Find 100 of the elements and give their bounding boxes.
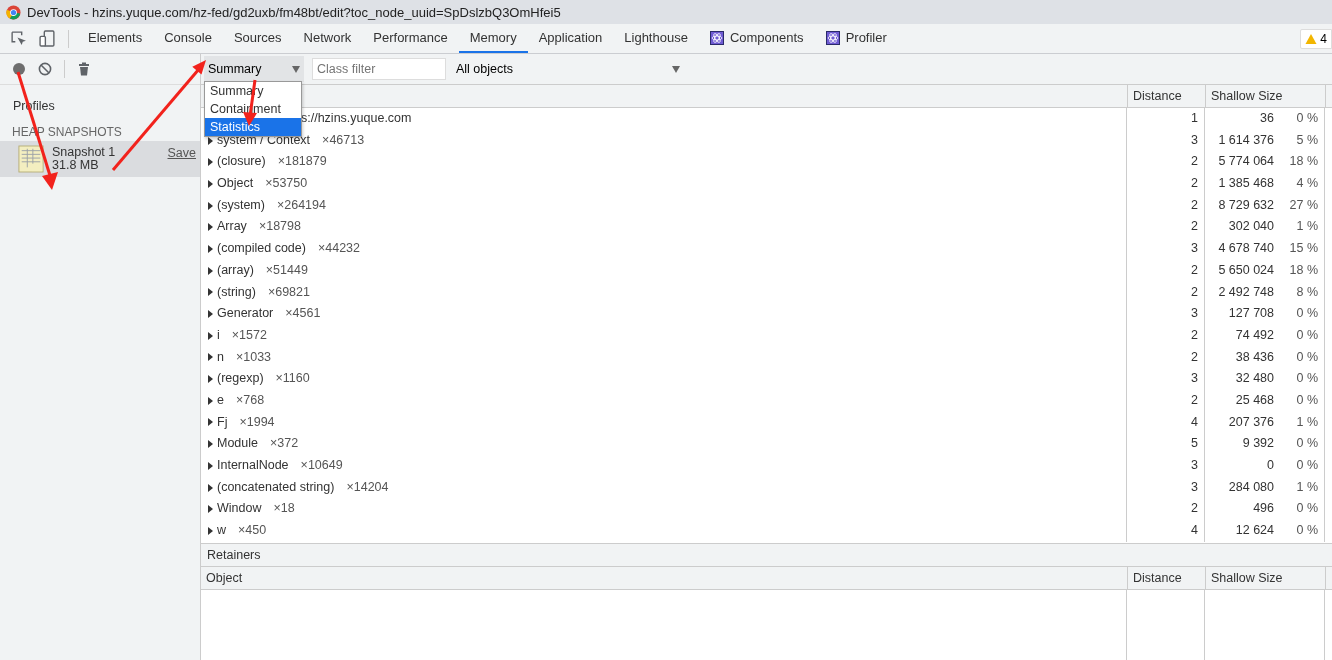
expand-arrow-icon[interactable] xyxy=(208,158,213,167)
retainers-header: Retainers xyxy=(201,544,1332,567)
expand-arrow-icon[interactable] xyxy=(208,418,213,427)
constructor-name: i xyxy=(217,326,220,344)
expand-arrow-icon[interactable] xyxy=(208,396,213,405)
distance-cell: 1 xyxy=(1191,111,1198,125)
expand-arrow-icon[interactable] xyxy=(208,179,213,188)
chrome-icon xyxy=(6,4,21,20)
inspect-element-icon[interactable] xyxy=(10,30,27,47)
instance-count: ×1033 xyxy=(235,348,272,366)
expand-arrow-icon[interactable] xyxy=(208,526,213,535)
column-header[interactable]: Shallow Size xyxy=(1205,567,1325,589)
atom-icon xyxy=(825,30,840,45)
column-header[interactable]: Object xyxy=(201,567,1127,589)
panel-tab[interactable]: Components xyxy=(698,24,815,53)
percent-cell-text: 1 % xyxy=(1295,218,1318,236)
instance-count: ×450 xyxy=(238,522,267,540)
size-cell-text: 12 624 xyxy=(1235,522,1274,540)
distance-cell: 2 xyxy=(1191,284,1198,299)
size-cell-text: 1 385 468 xyxy=(1218,175,1274,193)
constructor-name: (regexp) xyxy=(217,370,264,388)
constructor-name: w xyxy=(217,522,227,540)
percent-cell-text: 1 % xyxy=(1295,478,1318,496)
expand-arrow-icon[interactable] xyxy=(208,483,213,492)
expand-arrow-icon[interactable] xyxy=(208,244,213,253)
percent-cell-text: 5 % xyxy=(1295,131,1318,149)
panel-tab[interactable]: Console xyxy=(153,24,223,53)
percent-cell-text: 8 % xyxy=(1295,283,1318,301)
objects-select[interactable]: All objects xyxy=(454,56,686,82)
distance-cell: 3 xyxy=(1191,132,1198,147)
panel-tab[interactable]: Profiler xyxy=(814,24,898,53)
constructor-name: (array) xyxy=(217,261,254,279)
expand-arrow-icon[interactable] xyxy=(208,288,213,297)
size-cell-text: 5 774 064 xyxy=(1218,153,1274,171)
distance-cell: 3 xyxy=(1191,241,1198,256)
panel-tab[interactable]: Performance xyxy=(362,24,459,53)
size-cell-text: 302 040 xyxy=(1228,218,1274,236)
size-cell-text: 74 492 xyxy=(1235,326,1274,344)
size-cell-text: 127 708 xyxy=(1228,305,1274,323)
snapshot-item[interactable]: Snapshot 1 31.8 MB Save xyxy=(0,141,200,177)
record-icon[interactable] xyxy=(12,62,26,76)
constructor-name: (system) xyxy=(217,196,265,214)
percent-cell-text: 0 % xyxy=(1295,370,1318,388)
instance-count: ×14204 xyxy=(346,478,389,496)
percent-cell-text: 18 % xyxy=(1288,261,1318,279)
expand-arrow-icon[interactable] xyxy=(208,331,213,340)
class-filter-field[interactable]: Class filter xyxy=(312,58,446,80)
expand-arrow-icon[interactable] xyxy=(208,310,213,319)
panel-tab[interactable]: Sources xyxy=(222,24,293,53)
distance-cell: 2 xyxy=(1191,154,1198,169)
constructor-name: (compiled code) xyxy=(217,240,306,258)
distance-cell: 3 xyxy=(1191,306,1198,321)
view-select[interactable]: Summary xyxy=(204,56,304,82)
percent-cell-text: 0 % xyxy=(1295,348,1318,366)
constructor-name: InternalNode xyxy=(217,457,289,474)
panel-tab[interactable]: Elements xyxy=(77,24,154,53)
instance-count: ×1572 xyxy=(231,326,267,344)
clear-icon[interactable] xyxy=(38,62,52,76)
panel-tab[interactable]: Application xyxy=(527,24,614,53)
snapshot-name: Snapshot 1 xyxy=(52,146,117,159)
device-toolbar-icon[interactable] xyxy=(39,30,56,47)
snapshot-icon xyxy=(18,144,44,174)
distance-cell: 4 xyxy=(1191,523,1198,538)
percent-cell-text: 0 % xyxy=(1295,457,1318,474)
expand-arrow-icon[interactable] xyxy=(208,266,213,275)
expand-arrow-icon[interactable] xyxy=(208,505,213,514)
save-link[interactable]: Save xyxy=(167,146,196,160)
menu-item[interactable]: Statistics xyxy=(205,118,301,136)
expand-arrow-icon[interactable] xyxy=(208,353,213,362)
constructor-name: Fj xyxy=(217,413,228,431)
instance-count: ×372 xyxy=(270,435,299,453)
percent-cell-text: 15 % xyxy=(1288,240,1318,258)
instance-count: ×69821 xyxy=(267,283,310,301)
warning-count-button[interactable]: 4 xyxy=(1300,28,1332,49)
instance-count: ×44232 xyxy=(317,240,360,258)
instance-count: ×1994 xyxy=(239,413,275,431)
constructor-name: Array xyxy=(217,218,247,236)
distance-cell: 2 xyxy=(1191,176,1198,191)
expand-arrow-icon[interactable] xyxy=(208,201,213,210)
size-cell-text: 207 376 xyxy=(1228,413,1274,431)
panel-tab[interactable]: Lighthouse xyxy=(613,24,699,53)
expand-arrow-icon[interactable] xyxy=(208,223,213,232)
column-header[interactable]: Shallow Size xyxy=(1205,85,1325,107)
column-header[interactable]: Distance xyxy=(1127,567,1205,589)
percent-cell-text: 1 % xyxy=(1295,413,1318,431)
warning-icon xyxy=(1305,32,1318,45)
trash-icon[interactable] xyxy=(77,62,91,76)
expand-arrow-icon[interactable] xyxy=(208,375,213,384)
panel-tab[interactable]: Network xyxy=(292,24,363,53)
size-cell-text: 8 729 632 xyxy=(1218,196,1274,214)
distance-cell: 5 xyxy=(1191,436,1198,451)
expand-arrow-icon[interactable] xyxy=(208,136,213,145)
constructor-name: Window xyxy=(217,500,262,518)
column-header[interactable]: Distance xyxy=(1127,85,1205,107)
instance-count: ×768 xyxy=(235,391,265,409)
expand-arrow-icon[interactable] xyxy=(208,440,213,449)
snapshot-size: 31.8 MB xyxy=(52,159,99,172)
percent-cell-text: 0 % xyxy=(1295,391,1318,409)
expand-arrow-icon[interactable] xyxy=(208,461,213,470)
size-cell-text: 4 678 740 xyxy=(1218,240,1274,258)
